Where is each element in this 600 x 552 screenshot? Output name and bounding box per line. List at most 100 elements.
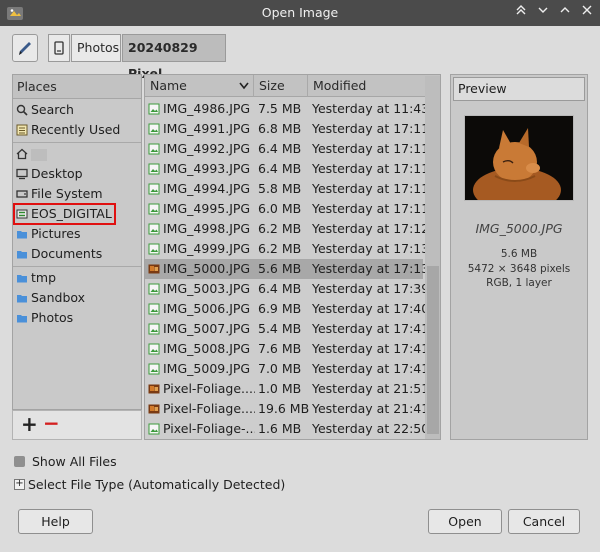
file-size: 19.6 MB xyxy=(258,401,310,416)
crumb-20240829-pixel[interactable]: 20240829 Pixel xyxy=(122,34,226,81)
file-name: Pixel-Foliage-... xyxy=(163,421,255,436)
file-row[interactable]: Pixel-Foliage-... 1.6 MB Yesterday at 22:5… xyxy=(145,419,430,439)
file-modified: Yesterday at 17:11 xyxy=(312,181,430,196)
place-pictures[interactable]: Pictures xyxy=(13,224,141,244)
file-row[interactable]: IMG_5003.JPG 6.4 MB Yesterday at 17:39 xyxy=(145,279,430,299)
file-name: IMG_5003.JPG xyxy=(163,281,251,296)
file-size: 6.4 MB xyxy=(258,141,302,156)
image-icon xyxy=(148,223,160,235)
open-button[interactable]: Open xyxy=(428,509,502,534)
search-icon xyxy=(16,104,28,116)
file-size: 1.6 MB xyxy=(258,421,302,436)
file-size: 6.8 MB xyxy=(258,121,302,136)
place-sandbox[interactable]: Sandbox xyxy=(13,288,141,308)
file-modified: Yesterday at 11:43 xyxy=(312,101,430,116)
image-icon xyxy=(148,183,160,195)
scrollbar-thumb[interactable] xyxy=(427,266,439,434)
image-icon xyxy=(148,323,160,335)
file-modified: Yesterday at 17:12 xyxy=(312,221,430,236)
image-icon xyxy=(148,103,160,115)
file-size: 6.0 MB xyxy=(258,201,302,216)
place-tmp[interactable]: tmp xyxy=(13,268,141,288)
file-row[interactable]: Pixel-Foliage.... 19.6 MB Yesterday at 21:… xyxy=(145,399,429,419)
image-icon xyxy=(148,423,160,435)
remove-bookmark-button[interactable]: − xyxy=(43,411,60,435)
file-name: IMG_5008.JPG xyxy=(163,341,251,356)
file-row[interactable]: IMG_5007.JPG 5.4 MB Yesterday at 17:41 xyxy=(145,319,430,339)
file-name: IMG_5000.JPG xyxy=(163,261,251,276)
file-row[interactable]: IMG_4992.JPG 6.4 MB Yesterday at 17:11 xyxy=(145,139,429,159)
show-all-files-checkbox[interactable] xyxy=(14,456,25,467)
file-name: Pixel-Foliage.... xyxy=(163,401,255,416)
title-bar: Open Image xyxy=(0,0,600,26)
place-label: Documents xyxy=(31,246,103,261)
place-photos[interactable]: Photos xyxy=(13,308,141,328)
place-desktop[interactable]: Desktop xyxy=(13,164,141,184)
drive-icon xyxy=(16,190,28,198)
file-name: IMG_4998.JPG xyxy=(163,221,251,236)
image-icon xyxy=(148,303,160,315)
place-home[interactable] xyxy=(13,144,141,164)
column-size-header[interactable]: Size xyxy=(254,75,308,97)
file-row[interactable]: IMG_4994.JPG 5.8 MB Yesterday at 17:11 xyxy=(145,179,430,199)
file-row[interactable]: IMG_4998.JPG 6.2 MB Yesterday at 17:12 xyxy=(145,219,430,239)
file-size: 5.6 MB xyxy=(258,261,302,276)
place-file-system[interactable]: File System xyxy=(13,184,141,204)
file-modified: Yesterday at 17:11 xyxy=(312,201,430,216)
image-thumb-icon xyxy=(148,264,160,274)
cancel-button[interactable]: Cancel xyxy=(508,509,580,534)
file-modified: Yesterday at 22:50 xyxy=(312,421,430,436)
file-name: IMG_4994.JPG xyxy=(163,181,251,196)
file-name: IMG_4993.JPG xyxy=(163,161,251,176)
place-search[interactable]: Search xyxy=(13,100,141,120)
place-label: File System xyxy=(31,186,103,201)
image-icon xyxy=(148,143,160,155)
file-row[interactable]: IMG_4993.JPG 6.4 MB Yesterday at 17:11 xyxy=(145,159,429,179)
file-name: IMG_4995.JPG xyxy=(163,201,251,216)
column-modified-header[interactable]: Modified xyxy=(308,75,440,97)
keep-above-icon[interactable] xyxy=(512,3,530,23)
image-thumb-icon xyxy=(148,404,160,414)
file-row[interactable]: IMG_4991.JPG 6.8 MB Yesterday at 17:11 xyxy=(145,119,429,139)
scrollbar[interactable] xyxy=(425,76,440,439)
file-row[interactable]: IMG_5008.JPG 7.6 MB Yesterday at 17:41 xyxy=(145,339,429,359)
file-row[interactable]: IMG_5006.JPG 6.9 MB Yesterday at 17:40 xyxy=(145,299,429,319)
file-row[interactable]: Pixel-Foliage.... 1.0 MB Yesterday at 21:5… xyxy=(145,379,429,399)
image-icon xyxy=(148,123,160,135)
preview-dimensions: 5472 × 3648 pixels xyxy=(467,263,571,275)
minimize-icon[interactable] xyxy=(534,3,552,23)
help-button[interactable]: Help xyxy=(18,509,93,534)
place-documents[interactable]: Documents xyxy=(13,244,141,264)
column-name-label: Name xyxy=(150,78,187,93)
crumb-device[interactable] xyxy=(48,34,70,62)
file-size: 7.5 MB xyxy=(258,101,302,116)
file-row[interactable]: IMG_4986.JPG 7.5 MB Yesterday at 11:43 xyxy=(145,99,430,119)
add-bookmark-button[interactable]: + xyxy=(21,412,38,436)
folder-icon xyxy=(17,275,27,283)
crumb-photos[interactable]: Photos xyxy=(71,34,121,62)
maximize-icon[interactable] xyxy=(556,3,574,23)
drive-icon xyxy=(54,41,64,55)
close-icon[interactable] xyxy=(578,3,596,23)
file-modified: Yesterday at 17:41 xyxy=(312,361,430,376)
file-size: 5.4 MB xyxy=(258,321,302,336)
file-row[interactable]: IMG_4995.JPG 6.0 MB Yesterday at 17:11 xyxy=(145,199,430,219)
home-label-redacted xyxy=(31,148,47,161)
file-row[interactable]: IMG_5000.JPG 5.6 MB Yesterday at 17:13 xyxy=(145,259,429,279)
place-recently-used[interactable]: Recently Used xyxy=(13,120,141,140)
expander-plus-icon: + xyxy=(14,478,25,490)
column-name-header[interactable]: Name xyxy=(145,75,254,97)
image-icon xyxy=(148,283,160,295)
file-row[interactable]: IMG_5009.JPG 7.0 MB Yesterday at 17:41 xyxy=(145,359,430,379)
preview-title: Preview xyxy=(453,77,585,101)
file-list: Name Size Modified IMG_4986.JPG 7.5 MB Yes… xyxy=(144,74,441,440)
file-name: IMG_5009.JPG xyxy=(163,361,251,376)
file-modified: Yesterday at 17:39 xyxy=(312,281,430,296)
file-modified: Yesterday at 17:41 xyxy=(312,321,430,336)
file-row[interactable]: IMG_4999.JPG 6.2 MB Yesterday at 17:13 xyxy=(145,239,429,259)
file-size: 5.8 MB xyxy=(258,181,302,196)
places-panel: Places Search Recently Used Desktop File… xyxy=(12,74,142,410)
desktop-icon xyxy=(16,168,28,180)
file-type-label: Select File Type (Automatically Detected… xyxy=(28,477,286,492)
type-location-button[interactable] xyxy=(12,34,38,62)
